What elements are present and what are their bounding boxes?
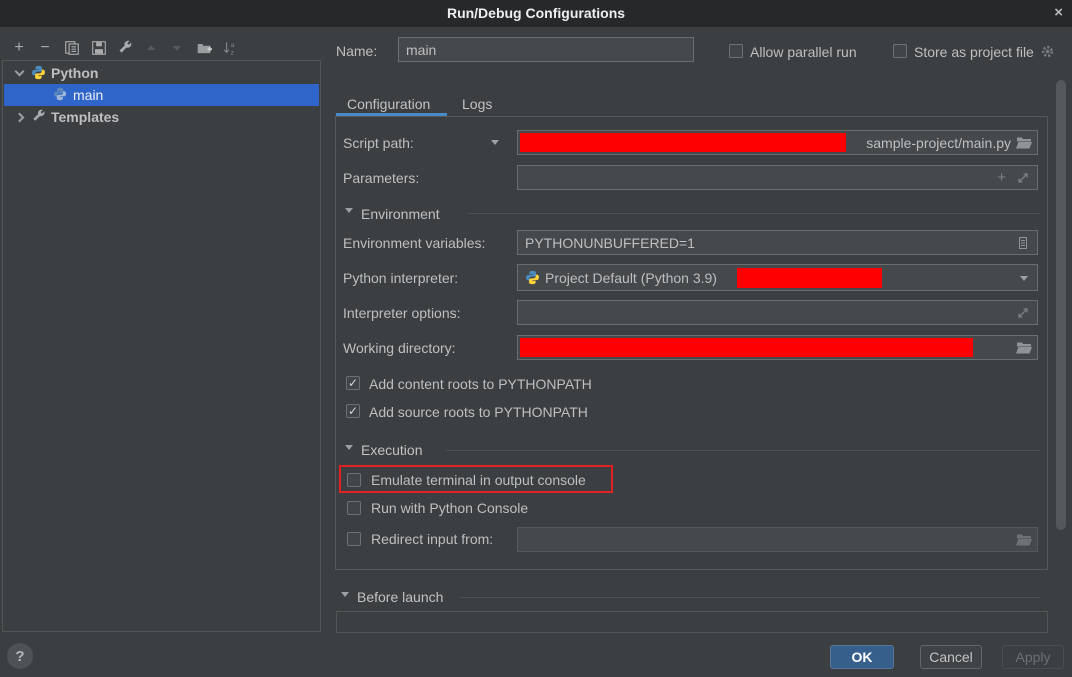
redirect-input-checkbox[interactable] xyxy=(347,532,361,546)
save-icon[interactable] xyxy=(89,38,109,58)
tree-item-python[interactable]: Python xyxy=(4,62,319,84)
collapse-triangle-icon[interactable] xyxy=(341,592,349,597)
tree-item-templates[interactable]: Templates xyxy=(4,106,319,128)
plus-icon[interactable]: + xyxy=(997,169,1006,186)
remove-icon[interactable]: − xyxy=(35,38,55,58)
python-icon xyxy=(53,87,69,103)
dialog-title: Run/Debug Configurations xyxy=(0,5,1072,21)
python-interpreter-combobox[interactable]: Project Default (Python 3.9) xyxy=(517,264,1038,291)
add-source-roots-checkbox[interactable]: ✓ xyxy=(346,404,360,418)
section-rule xyxy=(446,450,1040,451)
name-value: main xyxy=(406,42,436,58)
emulate-terminal-label[interactable]: Emulate terminal in output console xyxy=(371,472,586,488)
folder-icon[interactable] xyxy=(1016,533,1032,547)
redaction-overlay xyxy=(737,268,882,288)
run-with-python-console-checkbox[interactable] xyxy=(347,501,361,515)
collapse-triangle-icon[interactable] xyxy=(345,445,353,450)
run-debug-configurations-dialog: Run/Debug Configurations × + − az Python xyxy=(0,0,1072,677)
environment-section-header[interactable]: Environment xyxy=(361,206,440,222)
name-input[interactable]: main xyxy=(398,37,694,62)
redirect-input-label[interactable]: Redirect input from: xyxy=(371,531,493,547)
copy-icon[interactable] xyxy=(62,38,82,58)
close-icon[interactable]: × xyxy=(1054,4,1063,22)
svg-text:z: z xyxy=(231,49,235,56)
python-icon xyxy=(525,270,540,285)
apply-button[interactable]: Apply xyxy=(1002,645,1064,669)
add-source-roots-label[interactable]: Add source roots to PYTHONPATH xyxy=(369,404,588,420)
chevron-collapsed-icon[interactable] xyxy=(15,112,25,122)
expand-icon[interactable] xyxy=(1016,306,1032,320)
wrench-icon xyxy=(31,109,47,125)
parameters-input[interactable]: + xyxy=(517,165,1038,190)
check-icon: ✓ xyxy=(348,405,358,417)
ok-button[interactable]: OK xyxy=(830,645,894,669)
store-as-project-file-checkbox[interactable] xyxy=(893,44,907,58)
script-path-input[interactable]: sample-project/main.py xyxy=(517,130,1038,155)
new-folder-icon[interactable] xyxy=(194,38,214,58)
add-content-roots-label[interactable]: Add content roots to PYTHONPATH xyxy=(369,376,592,392)
script-path-label: Script path: xyxy=(343,135,414,151)
python-interpreter-label: Python interpreter: xyxy=(343,270,458,286)
env-vars-browse-icon[interactable] xyxy=(1016,236,1032,250)
chevron-down-icon[interactable] xyxy=(1020,276,1028,281)
folder-icon[interactable] xyxy=(1016,136,1032,150)
move-up-icon[interactable] xyxy=(141,38,161,58)
check-icon: ✓ xyxy=(348,377,358,389)
environment-variables-input[interactable]: PYTHONUNBUFFERED=1 xyxy=(517,230,1038,255)
gear-icon[interactable] xyxy=(1040,44,1055,59)
titlebar: Run/Debug Configurations × xyxy=(0,0,1072,27)
before-launch-task-list[interactable] xyxy=(336,611,1048,633)
run-with-python-console-label[interactable]: Run with Python Console xyxy=(371,500,528,516)
python-interpreter-value: Project Default (Python 3.9) xyxy=(545,270,717,286)
section-rule xyxy=(460,597,1040,598)
vertical-scrollbar-thumb[interactable] xyxy=(1056,80,1066,530)
script-path-value: sample-project/main.py xyxy=(866,135,1011,151)
collapse-triangle-icon[interactable] xyxy=(345,208,353,213)
redaction-overlay xyxy=(520,338,973,357)
tree-item-label: Templates xyxy=(51,109,119,125)
add-icon[interactable]: + xyxy=(9,38,29,58)
redirect-input-file-input[interactable] xyxy=(517,527,1038,552)
execution-section-header[interactable]: Execution xyxy=(361,442,422,458)
tree-item-label: Python xyxy=(51,65,98,81)
move-down-icon[interactable] xyxy=(167,38,187,58)
tab-logs[interactable]: Logs xyxy=(462,96,492,112)
environment-variables-label: Environment variables: xyxy=(343,235,485,251)
python-icon xyxy=(31,65,47,81)
allow-parallel-run-label[interactable]: Allow parallel run xyxy=(750,44,857,60)
interpreter-options-label: Interpreter options: xyxy=(343,305,461,321)
tab-configuration[interactable]: Configuration xyxy=(347,96,430,112)
sort-alphabetically-icon[interactable]: az xyxy=(220,38,240,58)
working-directory-input[interactable] xyxy=(517,335,1038,360)
interpreter-options-input[interactable] xyxy=(517,300,1038,325)
parameters-label: Parameters: xyxy=(343,170,419,186)
tree-item-label: main xyxy=(73,87,103,103)
chevron-expanded-icon[interactable] xyxy=(15,67,25,77)
name-label: Name: xyxy=(336,43,377,59)
add-content-roots-checkbox[interactable]: ✓ xyxy=(346,376,360,390)
cancel-button[interactable]: Cancel xyxy=(920,645,982,669)
tree-item-main[interactable]: main xyxy=(4,84,319,106)
expand-icon[interactable] xyxy=(1016,171,1032,185)
svg-text:a: a xyxy=(231,42,235,49)
working-directory-label: Working directory: xyxy=(343,340,456,356)
configurations-tree-panel: Python main Templates xyxy=(2,60,321,632)
store-as-project-file-label[interactable]: Store as project file xyxy=(914,44,1034,60)
help-icon[interactable]: ? xyxy=(7,643,33,669)
edit-icon[interactable] xyxy=(115,38,135,58)
chevron-down-icon[interactable] xyxy=(491,140,499,145)
folder-icon[interactable] xyxy=(1016,341,1032,355)
allow-parallel-run-checkbox[interactable] xyxy=(729,44,743,58)
emulate-terminal-checkbox[interactable] xyxy=(347,473,361,487)
redaction-overlay xyxy=(520,133,846,152)
section-rule xyxy=(468,213,1040,214)
before-launch-section-header[interactable]: Before launch xyxy=(357,589,443,605)
environment-variables-value: PYTHONUNBUFFERED=1 xyxy=(525,235,695,251)
